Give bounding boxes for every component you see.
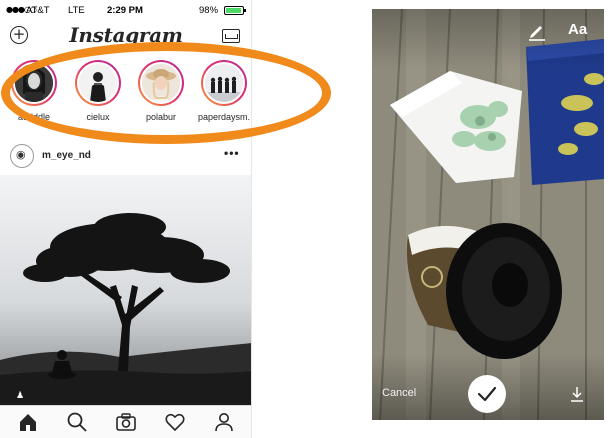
story-ring <box>138 60 184 106</box>
story-editor-screen: Aa Cancel <box>372 9 604 420</box>
story-username: paperdaysm. <box>197 112 251 122</box>
story-item[interactable]: paperdaysm. <box>194 60 251 122</box>
cancel-button[interactable]: Cancel <box>382 387 416 399</box>
search-icon[interactable] <box>66 411 88 433</box>
portrait-image <box>79 64 117 102</box>
pencil-icon[interactable] <box>527 21 547 41</box>
top-gradient <box>372 9 604 69</box>
avatar[interactable] <box>10 144 34 168</box>
bottom-tab-bar <box>0 405 251 438</box>
avatar <box>203 62 245 104</box>
profile-icon[interactable] <box>213 411 235 433</box>
download-icon[interactable] <box>569 386 585 402</box>
story-item[interactable]: audddle <box>4 60 64 122</box>
battery-icon <box>224 6 246 15</box>
portrait-image <box>15 64 53 102</box>
text-tool-button[interactable]: Aa <box>568 21 587 38</box>
user-tag-icon[interactable]: ♟ <box>16 391 26 401</box>
story-item[interactable]: polabur <box>131 60 191 122</box>
avatar <box>13 62 55 104</box>
story-item[interactable]: cielux <box>68 60 128 122</box>
tree-silhouette-image <box>0 175 251 405</box>
home-icon[interactable] <box>17 411 39 433</box>
instagram-feed-screen: ●●●○○ AT&T LTE 2:29 PM 98% + Instagram a… <box>0 0 252 438</box>
carrier-label: AT&T <box>26 5 50 16</box>
avatar <box>77 62 119 104</box>
post-header: m_eye_nd ••• <box>0 140 251 172</box>
camera-icon[interactable] <box>115 411 137 433</box>
stories-tray: audddle cielux polabur paperdaysm. <box>0 57 251 132</box>
portrait-image <box>142 64 180 102</box>
network-label: LTE <box>68 5 85 16</box>
story-ring <box>201 60 247 106</box>
heart-icon[interactable] <box>164 411 186 433</box>
story-ring <box>75 60 121 106</box>
avatar <box>140 62 182 104</box>
inbox-icon[interactable] <box>222 29 240 43</box>
checkmark-icon <box>477 386 497 402</box>
story-username: polabur <box>145 112 177 122</box>
story-username: cielux <box>86 112 110 122</box>
clock: 2:29 PM <box>107 5 143 16</box>
battery-percent: 98% <box>199 5 219 16</box>
post-photo[interactable]: ♟ <box>0 175 251 405</box>
story-ring <box>11 60 57 106</box>
portrait-image <box>205 64 243 102</box>
status-bar: ●●●○○ AT&T LTE 2:29 PM 98% <box>0 0 251 20</box>
story-username: audddle <box>17 112 51 122</box>
confirm-button[interactable] <box>468 375 506 413</box>
instagram-logo: Instagram <box>69 23 183 47</box>
app-header: + Instagram <box>0 20 251 52</box>
more-options-icon[interactable]: ••• <box>224 146 240 160</box>
post-username[interactable]: m_eye_nd <box>42 150 91 161</box>
